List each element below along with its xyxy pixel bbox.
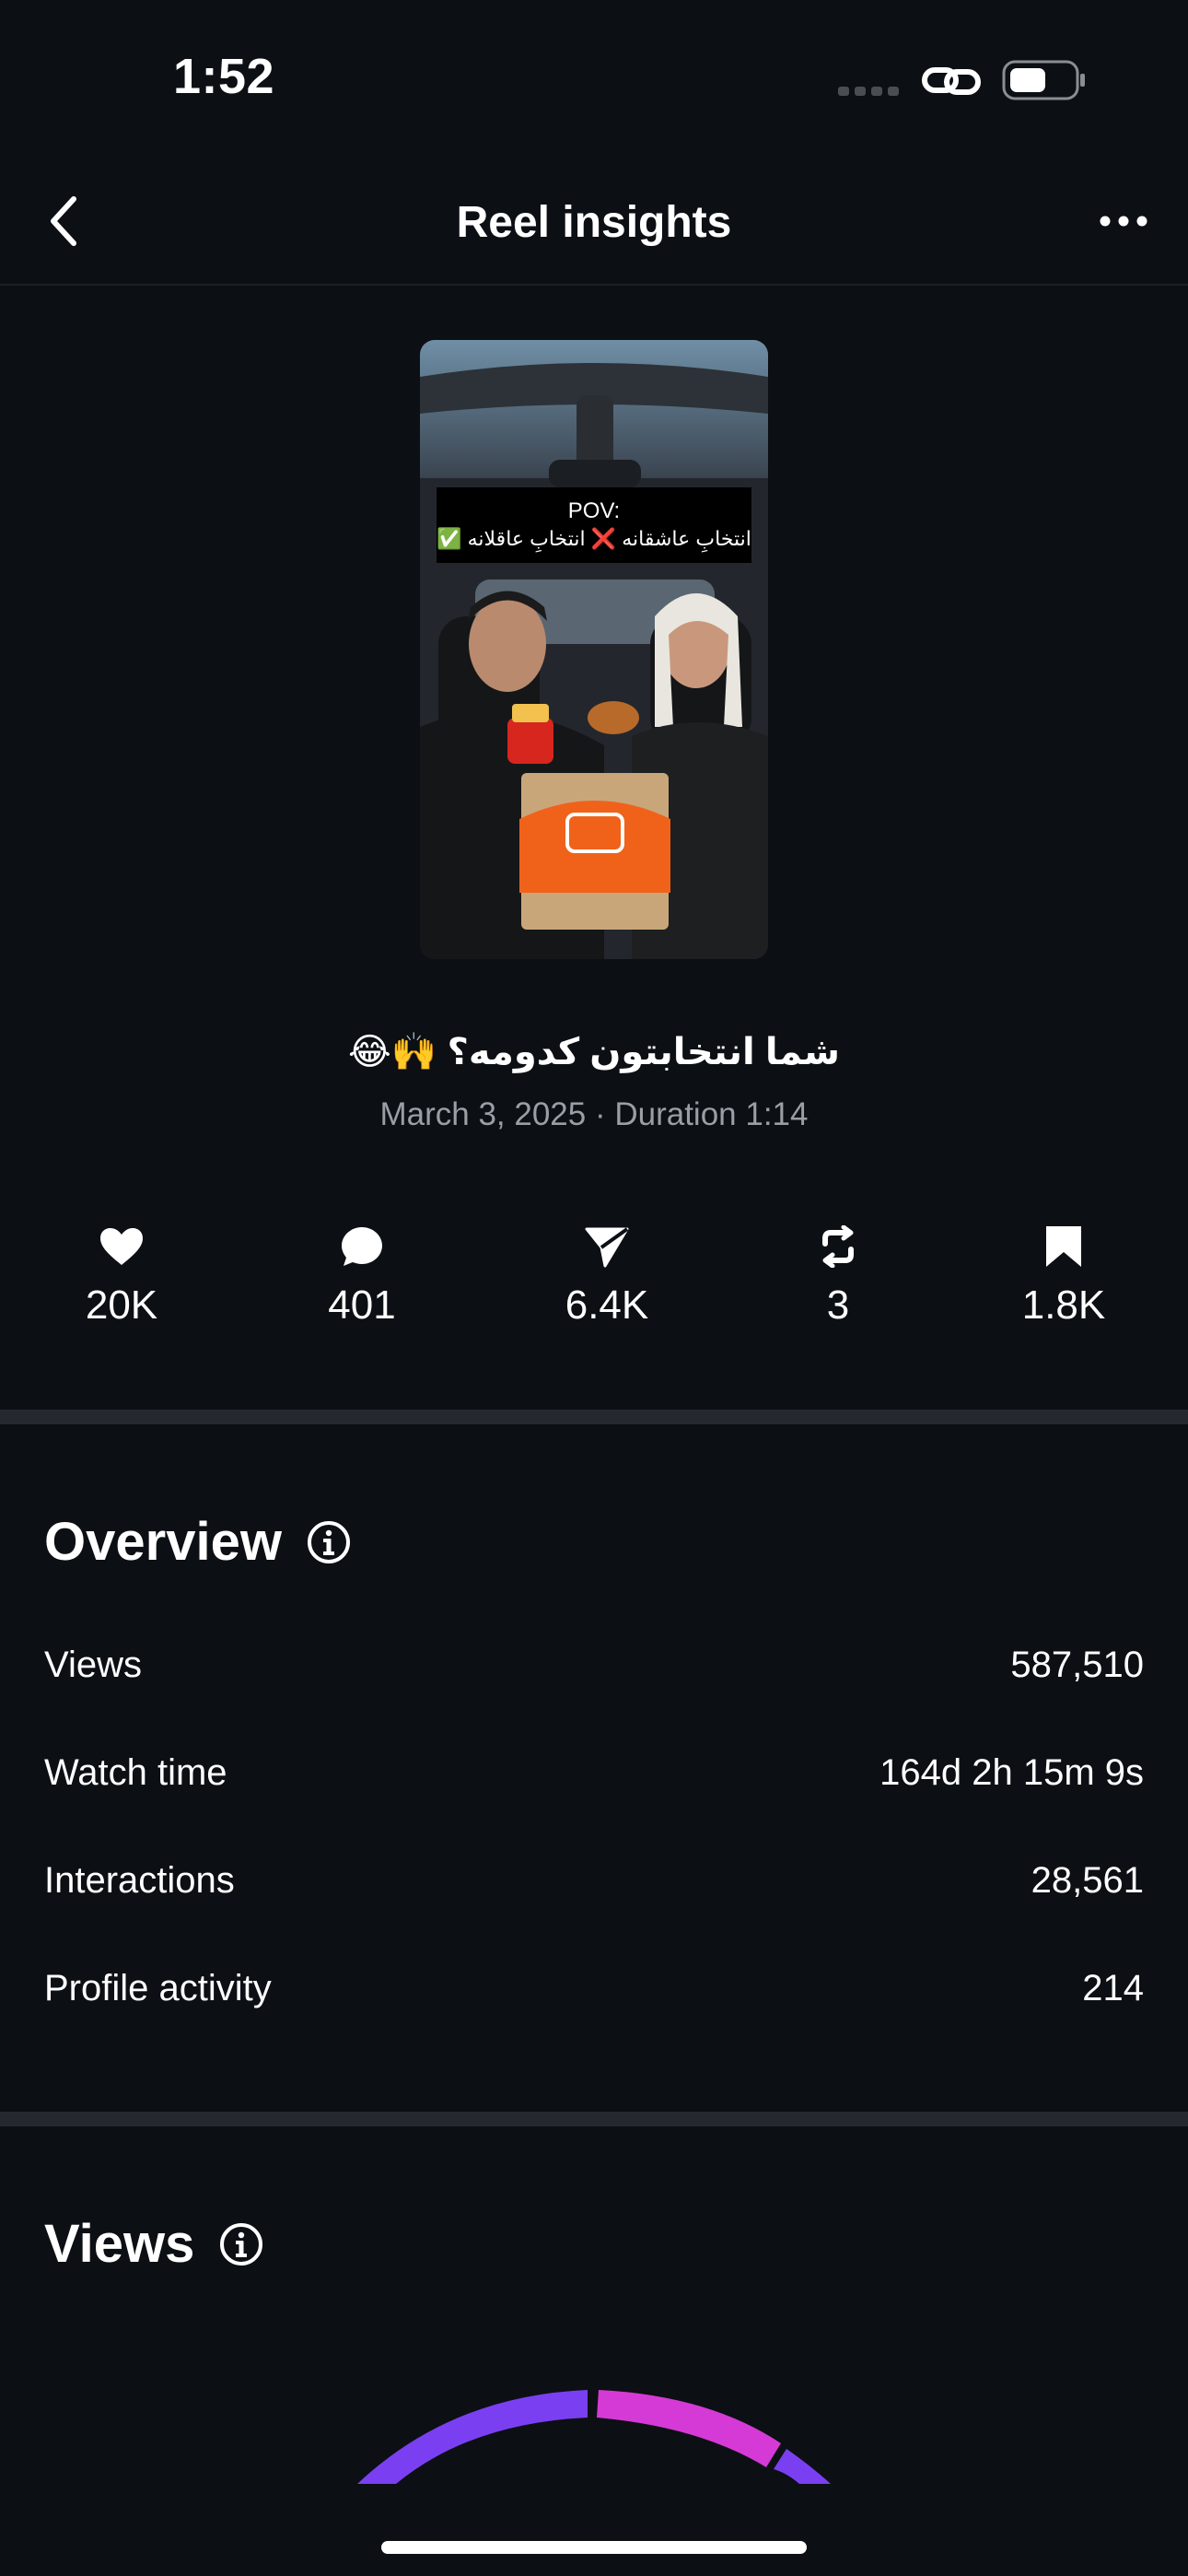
bookmark-icon [1046,1226,1081,1267]
reel-thumbnail-image [420,340,768,959]
engagement-stats: 20K 401 6.4K 3 1.8K [0,1216,1188,1345]
heart-icon [100,1228,143,1265]
reel-thumbnail[interactable]: POV: انتخابِ عاشقانه ❌ انتخابِ عاقلانه ✅ [420,340,768,959]
row-value: 214 [1082,1968,1144,2008]
row-label: Watch time [44,1752,227,1793]
overview-row-profile-activity[interactable]: Profile activity 214 [44,1968,1144,2009]
overlay-pov-text: POV: [567,498,621,523]
row-label: Interactions [44,1860,235,1901]
nav-bar: Reel insights [0,157,1188,286]
row-value: 164d 2h 15m 9s [879,1752,1144,1793]
status-time: 1:52 [173,49,275,104]
overview-heading: Overview [44,1511,352,1573]
shares-stat: 6.4K [515,1216,699,1329]
likes-count: 20K [85,1282,158,1328]
cellular-signal-icon [838,87,899,96]
section-divider [0,1410,1188,1424]
overview-title: Overview [44,1512,282,1572]
section-divider [0,2112,1188,2126]
overlay-caption-text: انتخابِ عاشقانه ❌ انتخابِ عاقلانه ✅ [437,527,751,550]
more-horizontal-icon [1100,216,1147,227]
overview-row-views[interactable]: Views 587,510 [44,1645,1144,1686]
saves-stat: 1.8K [972,1216,1156,1329]
battery-icon [1002,60,1085,100]
comment-icon [342,1227,382,1266]
page-title: Reel insights [456,198,732,247]
saves-count: 1.8K [1021,1282,1106,1328]
row-value: 28,561 [1031,1860,1144,1901]
info-icon[interactable] [218,2221,264,2267]
comments-stat: 401 [270,1216,454,1329]
reel-insights-screen: 1:52 Reel insights POV: انتخابِ عاشقانه … [0,0,1188,2576]
views-title: Views [44,2214,195,2274]
gauge-segment-non-followers [597,2390,781,2467]
gauge-segment-other [774,2449,831,2484]
reposts-count: 3 [826,1282,850,1328]
status-bar: 1:52 [0,0,1188,157]
views-heading: Views [44,2213,264,2275]
personal-hotspot-icon [922,67,981,95]
comments-count: 401 [328,1282,396,1328]
shares-count: 6.4K [565,1282,649,1328]
row-value: 587,510 [1010,1645,1144,1685]
reel-text-overlay: POV: انتخابِ عاشقانه ❌ انتخابِ عاقلانه ✅ [437,487,751,563]
reel-caption: شما انتخابتون کدومه؟ 🙌😂 [348,1032,840,1072]
send-icon [585,1227,629,1268]
home-indicator[interactable] [381,2541,807,2554]
repost-icon [822,1225,854,1268]
reel-date-duration: March 3, 2025 · Duration 1:14 [379,1096,809,1132]
row-label: Profile activity [44,1968,272,2008]
info-icon[interactable] [306,1519,352,1565]
overview-row-watch-time[interactable]: Watch time 164d 2h 15m 9s [44,1752,1144,1794]
reposts-stat: 3 [746,1216,930,1329]
likes-stat: 20K [29,1216,214,1329]
gauge-segment-followers [357,2390,588,2484]
more-options-button[interactable] [1087,184,1160,258]
row-label: Views [44,1645,142,1685]
overview-row-interactions[interactable]: Interactions 28,561 [44,1860,1144,1902]
views-gauge-chart [357,2390,831,2484]
